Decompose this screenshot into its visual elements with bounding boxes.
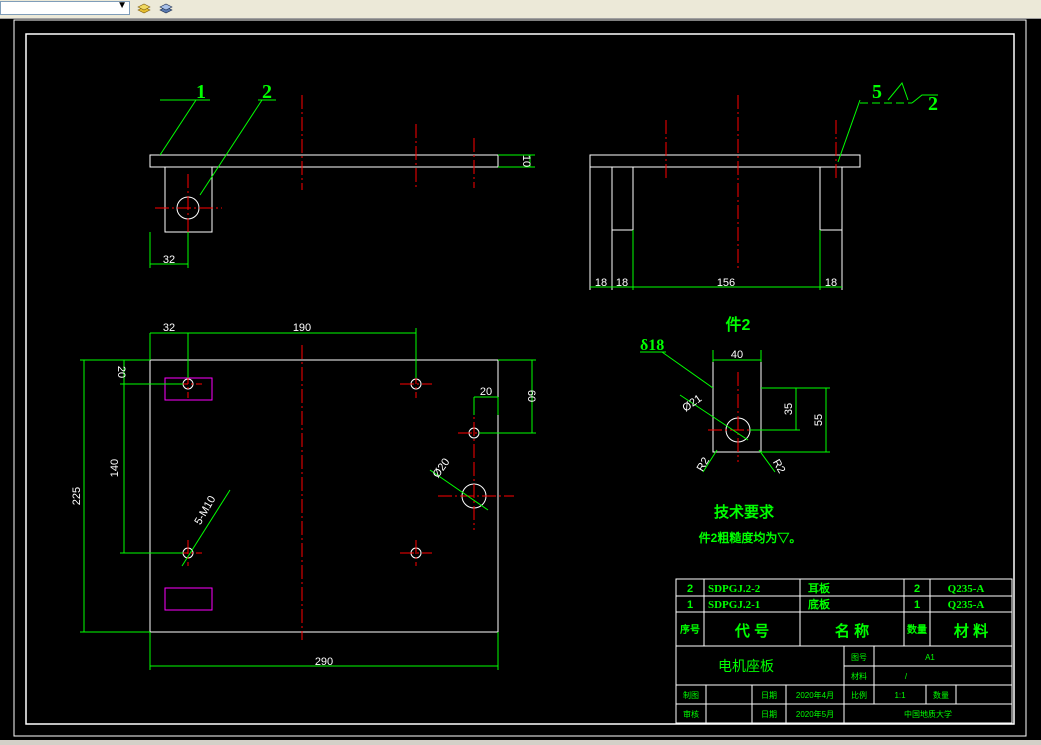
dim-width-label: 32 xyxy=(163,254,175,266)
slot-mark-bottom xyxy=(164,587,213,611)
label-material: 材料 xyxy=(851,671,867,681)
toolbar: ▼ xyxy=(0,0,1041,19)
command-line[interactable] xyxy=(0,740,1041,745)
value-material: / xyxy=(905,672,908,681)
label-quantity: 数量 xyxy=(933,690,949,700)
dim-thread-label: 5-M10 xyxy=(192,494,218,527)
layer-states-icon[interactable] xyxy=(136,1,152,15)
tech-title: 技术要求 xyxy=(714,503,775,521)
part-row-1-no: 1 xyxy=(687,599,693,611)
header-material: 材 料 xyxy=(954,622,988,640)
part-row-1-name: 底板 xyxy=(808,597,831,611)
part2-dim-r-left: R2 xyxy=(695,455,712,473)
technical-requirements: 技术要求 件2粗糙度均为▽。 xyxy=(699,503,802,545)
label-scale: 比例 xyxy=(851,690,867,700)
top-view: 32 190 20 140 225 20 60 Ø20 5-M10 290 xyxy=(71,322,537,670)
tech-note: 件2粗糙度均为▽。 xyxy=(699,530,802,545)
part2-dim-r-right: R2 xyxy=(770,457,787,475)
dim-140-label: 140 xyxy=(109,459,121,477)
leader-1-label: 1 xyxy=(196,81,206,103)
dim-32-label: 32 xyxy=(163,322,175,334)
part2-dim-hole: Ø21 xyxy=(680,393,704,415)
dim-225-label: 225 xyxy=(71,487,83,505)
part-row-1-qty: 1 xyxy=(914,599,920,611)
side-view: 5 2 18 18 156 18 xyxy=(589,81,938,290)
dim-290-label: 290 xyxy=(315,656,333,668)
layer-properties-icon[interactable] xyxy=(158,1,174,15)
dim-20-right-label: 20 xyxy=(480,386,492,398)
dim-190-label: 190 xyxy=(293,322,311,334)
dim-60-label: 60 xyxy=(525,390,537,402)
label-drawn: 制图 xyxy=(683,690,699,700)
part2-dim-55: 55 xyxy=(813,414,825,426)
header-name: 名 称 xyxy=(835,622,869,640)
part2-dim-35: 35 xyxy=(783,403,795,415)
part-row-0-qty: 2 xyxy=(914,583,920,595)
part-row-0-material: Q235-A xyxy=(948,583,985,595)
drawing-canvas[interactable]: 1 2 10 32 5 2 18 18 156 18 32 190 20 140… xyxy=(0,18,1041,740)
value-school: 中国地质大学 xyxy=(904,709,952,719)
value-date1: 2020年4月 xyxy=(796,690,834,700)
side-dim-2: 156 xyxy=(717,277,735,289)
side-dim-3: 18 xyxy=(825,277,837,289)
side-dim-1: 18 xyxy=(616,277,628,289)
part2-title: 件2 xyxy=(726,315,751,334)
value-date2: 2020年5月 xyxy=(796,709,834,719)
title-block: 2 SDPGJ.2-2 耳板 2 Q235-A 1 SDPGJ.2-1 底板 1… xyxy=(675,578,1013,724)
label-date1: 日期 xyxy=(761,691,777,700)
chevron-down-icon[interactable]: ▼ xyxy=(117,0,127,11)
leader-2-label: 2 xyxy=(262,81,272,103)
value-scale: 1:1 xyxy=(894,691,906,700)
label-sheet: 图号 xyxy=(851,653,867,662)
header-code: 代 号 xyxy=(734,622,769,640)
label-review: 审核 xyxy=(683,709,699,719)
side-dim-0: 18 xyxy=(595,277,607,289)
part-row-1-material: Q235-A xyxy=(948,599,985,611)
surface-number-label: 5 xyxy=(872,81,882,103)
part-row-0-name: 耳板 xyxy=(808,581,831,595)
label-date2: 日期 xyxy=(761,710,777,719)
part2-thickness: δ18 xyxy=(640,337,664,354)
header-qty: 数量 xyxy=(907,623,927,636)
part-row-0-no: 2 xyxy=(687,583,693,595)
dim-hole-20-label: Ø20 xyxy=(431,456,453,480)
dim-thickness-label: 10 xyxy=(520,155,532,167)
value-sheet: A1 xyxy=(925,653,935,662)
drawing-name: 电机座板 xyxy=(718,658,774,674)
dim-20-left-label: 20 xyxy=(115,366,127,378)
surface-ref-label: 2 xyxy=(928,93,938,115)
part2-dim-40: 40 xyxy=(731,349,743,361)
part-row-1-code: SDPGJ.2-1 xyxy=(708,599,760,611)
part-row-0-code: SDPGJ.2-2 xyxy=(708,583,761,595)
layer-dropdown[interactable]: ▼ xyxy=(0,0,130,15)
header-no: 序号 xyxy=(680,623,700,636)
part2-detail: 件2 δ18 40 Ø21 35 55 R2 R2 xyxy=(640,315,830,476)
front-view: 1 2 10 32 xyxy=(149,81,535,268)
